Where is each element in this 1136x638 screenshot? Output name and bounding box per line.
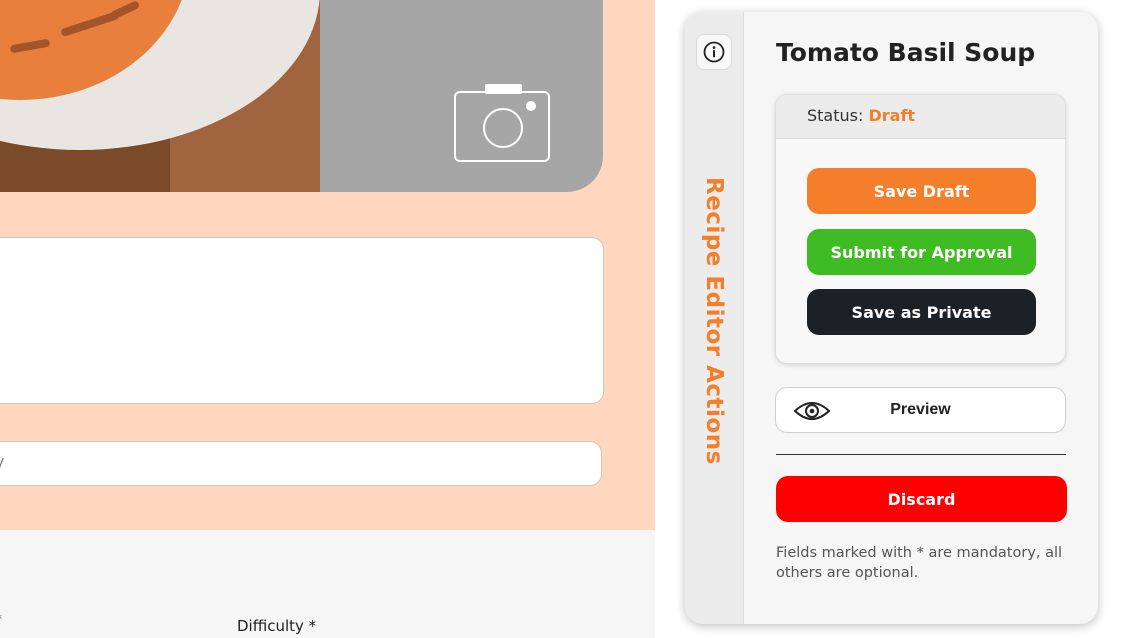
preview-label: Preview bbox=[890, 401, 951, 418]
panel-side-rail: Recipe Editor Actions bbox=[685, 12, 744, 624]
recipe-actions-panel: Recipe Editor Actions Tomato Basil Soup … bbox=[685, 12, 1098, 624]
status-header: Status: Draft bbox=[776, 95, 1065, 139]
status-card: Status: Draft Save Draft Submit for Appr… bbox=[775, 94, 1066, 364]
discard-button[interactable]: Discard bbox=[776, 476, 1067, 522]
panel-rail-title: Recipe Editor Actions bbox=[701, 177, 727, 465]
status-label: Status: bbox=[807, 106, 864, 125]
info-button[interactable] bbox=[696, 34, 732, 70]
difficulty-label: Difficulty * bbox=[237, 617, 317, 635]
preview-button[interactable]: Preview bbox=[775, 387, 1066, 433]
soup-photo bbox=[0, 0, 320, 192]
save-draft-button[interactable]: Save Draft bbox=[807, 168, 1036, 214]
mandatory-fields-note: Fields marked with * are mandatory, all … bbox=[776, 545, 1063, 581]
field-label-fragment: * bbox=[0, 612, 2, 626]
camera-icon bbox=[454, 84, 550, 162]
status-badge: Draft bbox=[868, 106, 916, 125]
recipe-description-textarea[interactable] bbox=[0, 237, 604, 404]
recipe-hero-image bbox=[0, 0, 603, 192]
recipe-title: Tomato Basil Soup bbox=[776, 38, 1036, 67]
input-placeholder-fragment: y bbox=[0, 454, 5, 470]
divider bbox=[776, 454, 1066, 455]
submit-for-approval-button[interactable]: Submit for Approval bbox=[807, 229, 1036, 275]
save-as-private-button[interactable]: Save as Private bbox=[807, 289, 1036, 335]
editor-details-section bbox=[0, 530, 655, 638]
upload-photo-button[interactable] bbox=[452, 82, 552, 164]
recipe-text-input[interactable] bbox=[0, 441, 602, 486]
info-icon bbox=[703, 41, 725, 63]
